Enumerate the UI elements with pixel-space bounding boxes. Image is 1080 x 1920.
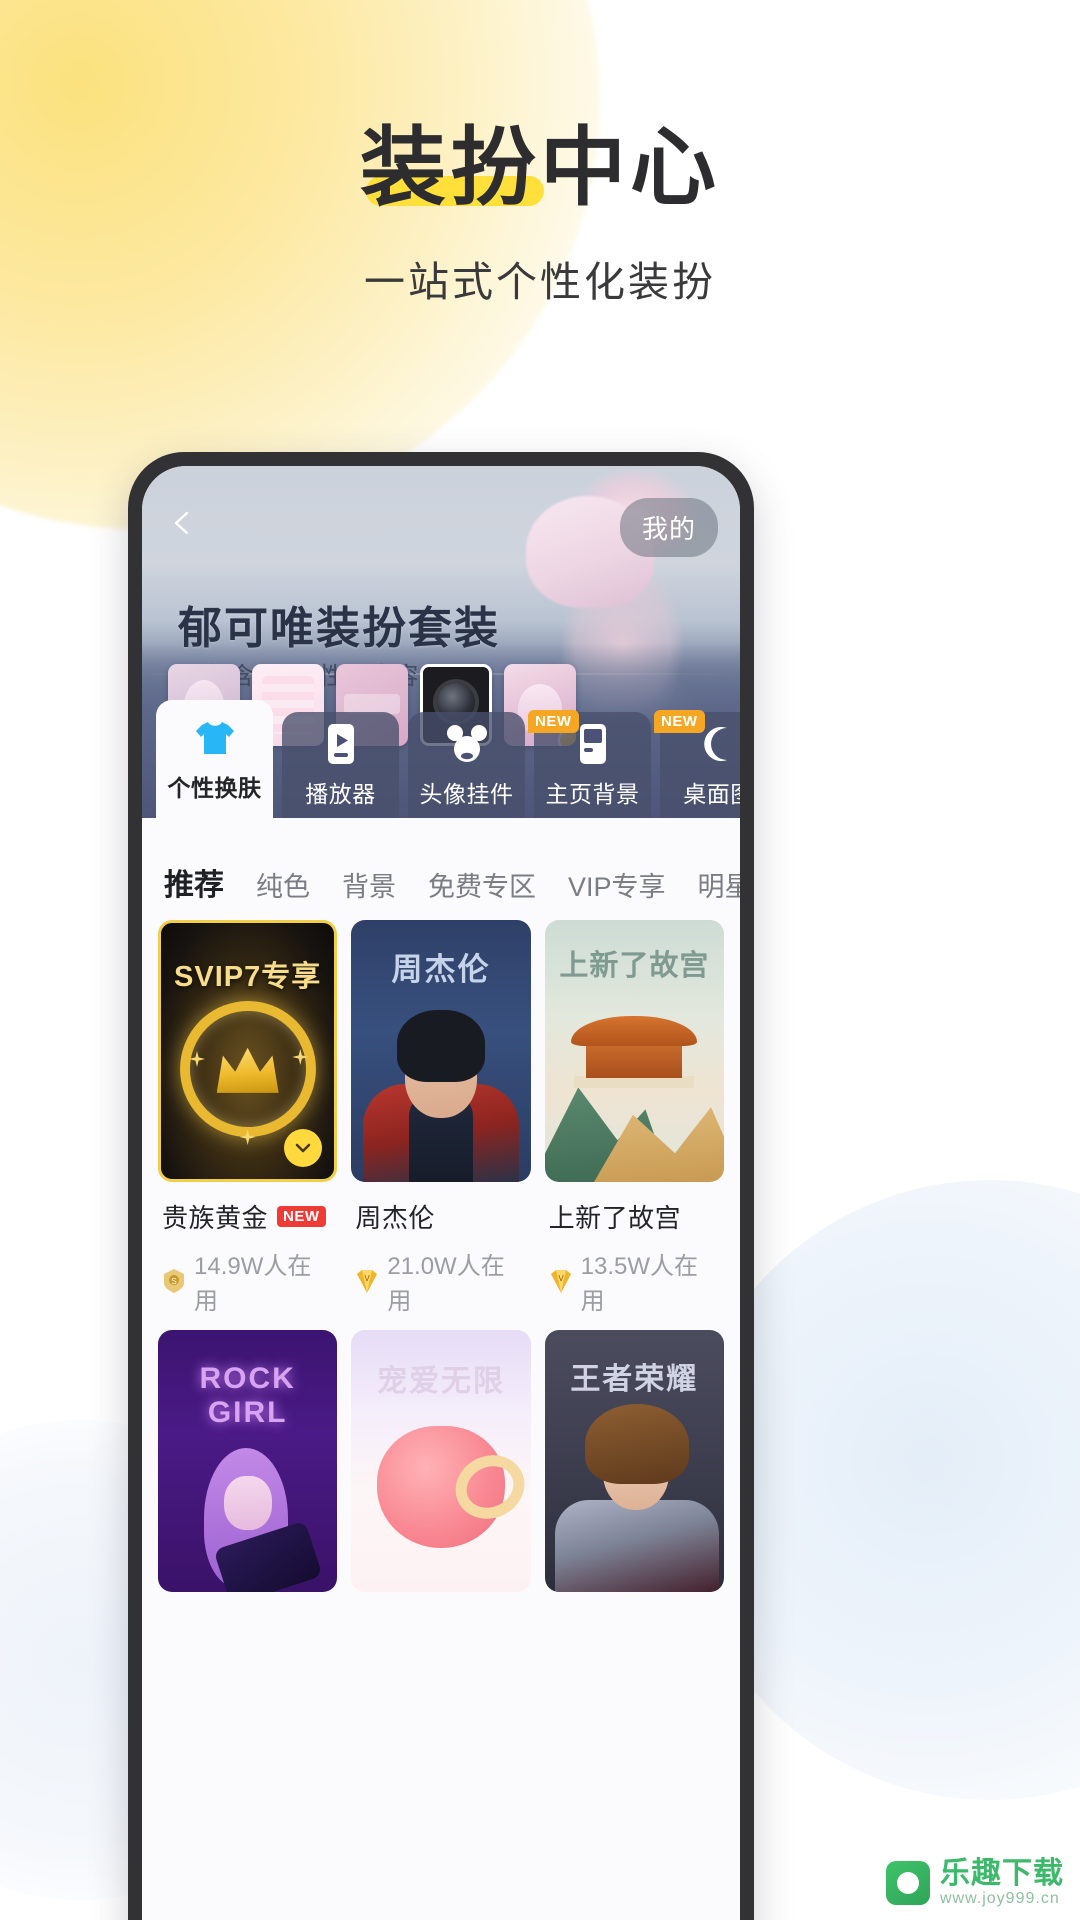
watermark-texts: 乐趣下载 www.joy999.cn (940, 1857, 1064, 1908)
chip-label: 推荐 (164, 869, 224, 902)
hero-title-wrap: 装扮中心 (360, 120, 720, 216)
card-info: 上新了故宫 V 13.5W人在用 (545, 1182, 724, 1316)
palace-roof (571, 1016, 698, 1046)
phone-screen: 我的 郁可唯装扮套装 共包含5件个性化内容 > (142, 466, 740, 1920)
card-artwork-jay[interactable]: 周杰伦 (351, 920, 531, 1182)
banner-title: 郁可唯装扮套装 (178, 604, 500, 653)
card-usage-count: 13.5W人在用 (580, 1253, 699, 1315)
tab-personal-skin[interactable]: 个性换肤 (156, 700, 273, 818)
theme-card[interactable]: ROCK GIRL (158, 1330, 338, 1592)
artist-illustration (357, 1004, 525, 1182)
site-logo-icon (886, 1860, 930, 1905)
mine-button[interactable]: 我的 (619, 498, 718, 557)
vip-diamond-icon: V (355, 1268, 379, 1294)
svg-text:S: S (171, 1277, 176, 1286)
chip-vip-exclusive[interactable]: VIP专享 (568, 865, 666, 914)
tab-avatar-pendant[interactable]: 头像挂件 (408, 712, 525, 818)
vip-diamond-icon: V (549, 1268, 573, 1294)
tab-label: 头像挂件 (419, 781, 514, 807)
filter-chip-row: 推荐 纯色 背景 免费专区 VIP专享 明星广场 (158, 818, 740, 914)
palace-body (586, 1044, 683, 1078)
back-chevron-icon[interactable] (166, 506, 200, 540)
character-face (223, 1476, 272, 1530)
watermark-site-name: 乐趣下载 (940, 1857, 1064, 1891)
svg-text:V: V (558, 1274, 564, 1283)
new-badge: NEW (654, 710, 705, 733)
card-usage-count: 21.0W人在用 (387, 1253, 505, 1315)
card-info: 周杰伦 V 21.0W人在用 (351, 1182, 530, 1316)
theme-card[interactable]: 宠爱无限 (351, 1330, 531, 1592)
tab-label: 主页背景 (545, 781, 640, 807)
card-art-label: ROCK GIRL (199, 1362, 296, 1429)
tab-label: 播放器 (305, 781, 376, 807)
chip-star-plaza[interactable]: 明星广场 (698, 865, 740, 914)
theme-card[interactable]: 上新了故宫 上新了故宫 V 13.5W人在用 (544, 920, 724, 1316)
theme-card[interactable]: 周杰伦 周杰伦 V 21.0W人在用 (351, 920, 531, 1316)
chip-free-zone[interactable]: 免费专区 (428, 865, 536, 914)
theme-card[interactable]: 王者荣耀 (544, 1330, 724, 1592)
card-info: 贵族黄金 NEW S 14.9W人在用 (158, 1182, 337, 1316)
page-subtitle: 一站式个性化装扮 (364, 259, 716, 306)
card-art-label: SVIP7专享 (174, 961, 322, 993)
card-title: 周杰伦 (355, 1203, 435, 1233)
watermark: 乐趣下载 www.joy999.cn (886, 1857, 1064, 1908)
category-icon-tabs: 个性换肤 播放器 头像挂件 NEW 主页背景 NEW 桌面 (142, 700, 740, 818)
card-title-row: 上新了故宫 (549, 1198, 720, 1235)
content-area: 推荐 纯色 背景 免费专区 VIP专享 明星广场 SVIP7专享 (142, 818, 740, 1920)
card-artwork-gold[interactable]: SVIP7专享 (158, 920, 338, 1182)
player-icon (318, 721, 364, 767)
tab-home-background[interactable]: NEW 主页背景 (528, 710, 651, 818)
mountain-graphic (593, 1107, 724, 1182)
card-artwork-palace[interactable]: 上新了故宫 (544, 920, 724, 1182)
card-art-label: 宠爱无限 (376, 1365, 505, 1398)
card-artwork-honor-of-kings[interactable]: 王者荣耀 (544, 1330, 724, 1592)
new-badge: NEW (528, 710, 579, 733)
card-title: 贵族黄金 (162, 1203, 269, 1233)
page-title: 装扮中心 (360, 120, 720, 216)
tab-player[interactable]: 播放器 (282, 712, 399, 818)
mouse-head-icon (444, 721, 490, 767)
chevron-down-icon[interactable] (284, 1129, 323, 1167)
chip-solid-color[interactable]: 纯色 (256, 865, 310, 914)
card-meta: V 13.5W人在用 (549, 1246, 720, 1316)
card-art-label: 上新了故宫 (559, 950, 710, 982)
card-meta: S 14.9W人在用 (162, 1246, 333, 1316)
card-art-label: 周杰伦 (391, 952, 491, 987)
new-tag-badge: NEW (277, 1206, 326, 1227)
watermark-site-url: www.joy999.cn (940, 1890, 1060, 1908)
tshirt-icon (192, 715, 238, 761)
banner: 我的 郁可唯装扮套装 共包含5件个性化内容 > (142, 466, 740, 818)
card-title-row: 周杰伦 (355, 1198, 526, 1235)
card-meta: V 21.0W人在用 (355, 1246, 526, 1316)
card-title-row: 贵族黄金 NEW (162, 1198, 333, 1235)
theme-card[interactable]: SVIP7专享 贵族黄金 NEW S 14.9W人在用 (158, 920, 338, 1316)
card-artwork-love[interactable]: 宠爱无限 (351, 1330, 531, 1592)
tab-label: 个性换肤 (167, 775, 262, 801)
chip-background[interactable]: 背景 (342, 865, 396, 914)
rock-girl-illustration (178, 1438, 323, 1592)
svg-text:V: V (365, 1274, 371, 1283)
phone-mockup: 我的 郁可唯装扮套装 共包含5件个性化内容 > (128, 452, 754, 1920)
chip-recommend[interactable]: 推荐 (162, 860, 226, 914)
artist-hair (396, 1010, 485, 1082)
character-robe (554, 1500, 719, 1592)
theme-card-grid: SVIP7专享 贵族黄金 NEW S 14.9W人在用 周杰伦 周杰伦 V 21… (158, 914, 724, 1592)
tab-label: 桌面图 (683, 781, 740, 807)
card-artwork-rock-girl[interactable]: ROCK GIRL (158, 1330, 338, 1592)
gold-coin-badge-icon: S (162, 1268, 186, 1294)
card-title: 上新了故宫 (548, 1203, 682, 1233)
character-hair (584, 1404, 689, 1484)
card-usage-count: 14.9W人在用 (194, 1253, 312, 1315)
tab-desktop-icon[interactable]: NEW 桌面图 (654, 710, 740, 818)
hero-section: 装扮中心 一站式个性化装扮 (0, 120, 1080, 308)
card-art-label: 王者荣耀 (570, 1363, 699, 1396)
